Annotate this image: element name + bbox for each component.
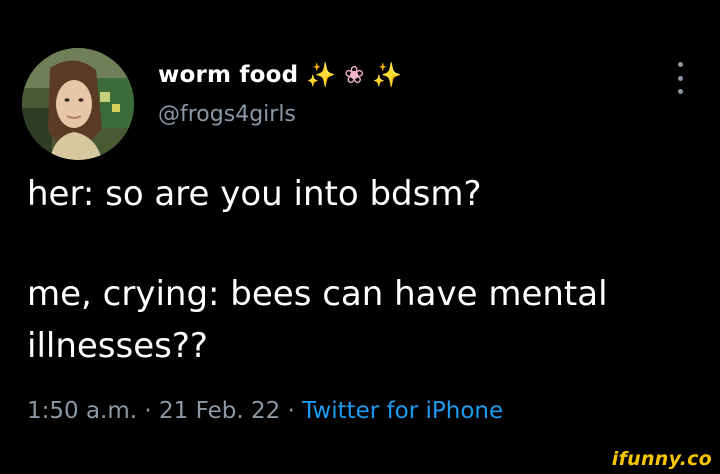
display-name[interactable]: worm food: [158, 62, 298, 88]
more-dot: [677, 89, 683, 94]
sparkles-icon: ✨: [306, 61, 337, 89]
avatar[interactable]: [22, 48, 134, 160]
separator-dot: ·: [137, 398, 160, 424]
tweet-card: worm food ✨ ❀ ✨ @frogs4girls her: so are…: [0, 0, 720, 474]
tweet-source-link[interactable]: Twitter for iPhone: [302, 398, 503, 424]
separator-dot: ·: [280, 398, 303, 424]
more-dot: [677, 62, 683, 67]
cherry-blossom-icon: ❀: [344, 61, 365, 89]
name-row: worm food ✨ ❀ ✨: [158, 58, 402, 92]
more-dot: [677, 75, 683, 81]
sparkles-icon: ✨: [372, 61, 403, 89]
tweet-time[interactable]: 1:50 a.m.: [27, 398, 137, 424]
user-handle[interactable]: @frogs4girls: [158, 102, 402, 127]
tweet-date[interactable]: 21 Feb. 22: [159, 398, 280, 424]
tweet-header: worm food ✨ ❀ ✨ @frogs4girls: [158, 58, 402, 127]
avatar-photo: [22, 48, 134, 160]
tweet-line: her: so are you into bdsm?: [27, 174, 482, 214]
tweet-metadata: 1:50 a.m. · 21 Feb. 22 · Twitter for iPh…: [27, 398, 503, 424]
tweet-line: me, crying: bees can have mental: [27, 274, 608, 314]
tweet-body: her: so are you into bdsm? me, crying: b…: [27, 168, 707, 372]
ifunny-watermark: ifunny.co: [611, 448, 712, 470]
tweet-line: illnesses??: [27, 326, 208, 366]
more-options-icon[interactable]: [672, 62, 688, 94]
